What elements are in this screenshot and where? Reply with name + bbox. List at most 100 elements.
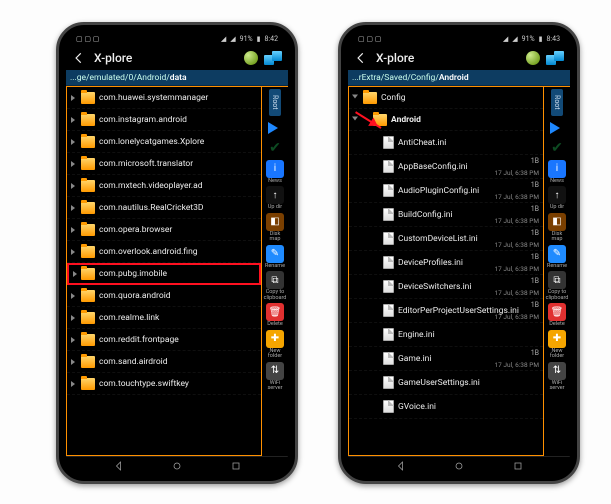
item-name: com.realme.link: [99, 313, 261, 323]
check-icon: ✔: [269, 140, 281, 156]
folder-row[interactable]: Config: [349, 87, 543, 109]
side-button[interactable]: iNews: [264, 160, 286, 185]
item-size: 1B: [531, 349, 539, 357]
file-row[interactable]: DeviceSwitchers.ini 1B 17 Jul, 6:38 PM: [349, 275, 543, 299]
file-row[interactable]: DeviceProfiles.ini 1B 17 Jul, 6:38 PM: [349, 251, 543, 275]
file-row[interactable]: Engine.ini: [349, 323, 543, 347]
expand-icon[interactable]: [71, 183, 78, 189]
expand-icon[interactable]: [71, 227, 78, 233]
root-tab[interactable]: Root: [551, 89, 563, 116]
folder-row[interactable]: com.sand.airdroid: [67, 351, 261, 373]
nav-back-icon[interactable]: [395, 460, 407, 472]
file-row[interactable]: GVoice.ini: [349, 395, 543, 419]
expand-icon[interactable]: [73, 271, 80, 277]
expand-icon[interactable]: [71, 139, 78, 145]
expand-icon[interactable]: [71, 337, 78, 343]
expand-icon[interactable]: [71, 205, 78, 211]
side-button-label: New folder: [264, 349, 286, 360]
item-name: com.sand.airdroid: [99, 357, 261, 367]
back-icon[interactable]: [354, 51, 368, 65]
side-button[interactable]: ⇅WiFi server: [546, 362, 568, 392]
nav-back-icon[interactable]: [113, 460, 125, 472]
folder-row[interactable]: com.touchtype.swiftkey: [67, 373, 261, 395]
file-row[interactable]: AntiCheat.ini: [349, 131, 543, 155]
file-list[interactable]: com.huawei.systemmanager com.instagram.a…: [66, 87, 262, 456]
root-tab[interactable]: Root: [269, 89, 281, 116]
folder-row[interactable]: com.microsoft.translator: [67, 153, 261, 175]
item-name: com.microsoft.translator: [99, 159, 261, 169]
app-title: X-plore: [376, 51, 518, 65]
side-button[interactable]: ⧉Copy to clipboard: [264, 271, 286, 301]
expand-icon[interactable]: [352, 116, 358, 123]
path-bar[interactable]: ...rExtra/Saved/Config/Android: [348, 70, 570, 86]
file-row[interactable]: GameUserSettings.ini: [349, 371, 543, 395]
side-button[interactable]: ✎Rename: [264, 245, 286, 270]
battery-icon: ▮: [539, 35, 543, 43]
side-button[interactable]: ⧉Copy to clipboard: [546, 271, 568, 301]
signal-icon: ◢: [512, 35, 517, 43]
side-button[interactable]: 🗑Delete: [264, 303, 286, 328]
side-button[interactable]: ◧Disk map: [546, 213, 568, 243]
file-icon: [383, 280, 394, 293]
nav-home-icon[interactable]: [171, 460, 183, 472]
expand-icon[interactable]: [71, 117, 78, 123]
side-button[interactable]: ◧Disk map: [264, 213, 286, 243]
folder-row[interactable]: com.opera.browser: [67, 219, 261, 241]
side-button-label: Rename: [265, 264, 285, 270]
folder-row[interactable]: com.lonelycatgames.Xplore: [67, 131, 261, 153]
plugins-icon[interactable]: [244, 51, 258, 65]
panels-icon[interactable]: [546, 51, 564, 65]
file-row[interactable]: EditorPerProjectUserSettings.ini 1B 17 J…: [349, 299, 543, 323]
panel-arrow-icon[interactable]: [268, 122, 284, 134]
file-row[interactable]: AudioPluginConfig.ini 1B 17 Jul, 6:38 PM: [349, 179, 543, 203]
file-row[interactable]: CustomDeviceList.ini 1B 17 Jul, 6:38 PM: [349, 227, 543, 251]
path-bar[interactable]: ...ge/emulated/0/Android/data: [66, 70, 288, 86]
side-button[interactable]: ⇅WiFi server: [264, 362, 286, 392]
wifi-icon: ◢: [503, 35, 508, 43]
nav-home-icon[interactable]: [453, 460, 465, 472]
folder-row[interactable]: com.nautilus.RealCricket3D: [67, 197, 261, 219]
folder-row[interactable]: com.huawei.systemmanager: [67, 87, 261, 109]
expand-icon[interactable]: [352, 94, 358, 101]
file-row[interactable]: BuildConfig.ini 1B 17 Jul, 6:38 PM: [349, 203, 543, 227]
folder-icon: [81, 202, 95, 214]
expand-icon[interactable]: [71, 315, 78, 321]
side-button[interactable]: ✚New folder: [264, 330, 286, 360]
file-icon: [383, 136, 394, 149]
expand-icon[interactable]: [71, 381, 78, 387]
side-button[interactable]: iNews: [546, 160, 568, 185]
nav-recent-icon[interactable]: [230, 460, 242, 472]
expand-icon[interactable]: [71, 95, 78, 101]
expand-icon[interactable]: [71, 161, 78, 167]
file-row[interactable]: AppBaseConfig.ini 1B 17 Jul, 6:38 PM: [349, 155, 543, 179]
side-button[interactable]: ✚New folder: [546, 330, 568, 360]
path-current: data: [170, 73, 187, 83]
folder-row[interactable]: com.quora.android: [67, 285, 261, 307]
panels-icon[interactable]: [264, 51, 282, 65]
folder-row[interactable]: com.realme.link: [67, 307, 261, 329]
folder-row[interactable]: com.mxtech.videoplayer.ad: [67, 175, 261, 197]
folder-icon: [363, 92, 377, 104]
expand-icon[interactable]: [71, 293, 78, 299]
folder-row[interactable]: com.reddit.frontpage: [67, 329, 261, 351]
expand-icon[interactable]: [71, 359, 78, 365]
side-button-label: WiFi server: [264, 381, 286, 392]
side-button-label: Delete: [549, 322, 565, 328]
path-prefix: ...rExtra/Saved/Config/: [352, 73, 439, 83]
folder-row[interactable]: com.pubg.imobile: [67, 263, 261, 285]
plugins-icon[interactable]: [526, 51, 540, 65]
back-icon[interactable]: [72, 51, 86, 65]
folder-row[interactable]: com.instagram.android: [67, 109, 261, 131]
expand-icon[interactable]: [71, 249, 78, 255]
side-button[interactable]: ↑Up dir: [546, 186, 568, 211]
file-icon: [383, 328, 394, 341]
side-button[interactable]: ↑Up dir: [264, 186, 286, 211]
panel-arrow-icon[interactable]: [550, 122, 566, 134]
file-list[interactable]: Config Android AntiCheat.ini AppBaseConf…: [348, 87, 544, 456]
nav-recent-icon[interactable]: [512, 460, 524, 472]
folder-row[interactable]: com.overlook.android.fing: [67, 241, 261, 263]
file-row[interactable]: Game.ini 1B 17 Jul, 6:38 PM: [349, 347, 543, 371]
side-button[interactable]: ✎Rename: [546, 245, 568, 270]
side-button[interactable]: 🗑Delete: [546, 303, 568, 328]
item-name: com.huawei.systemmanager: [99, 93, 261, 103]
